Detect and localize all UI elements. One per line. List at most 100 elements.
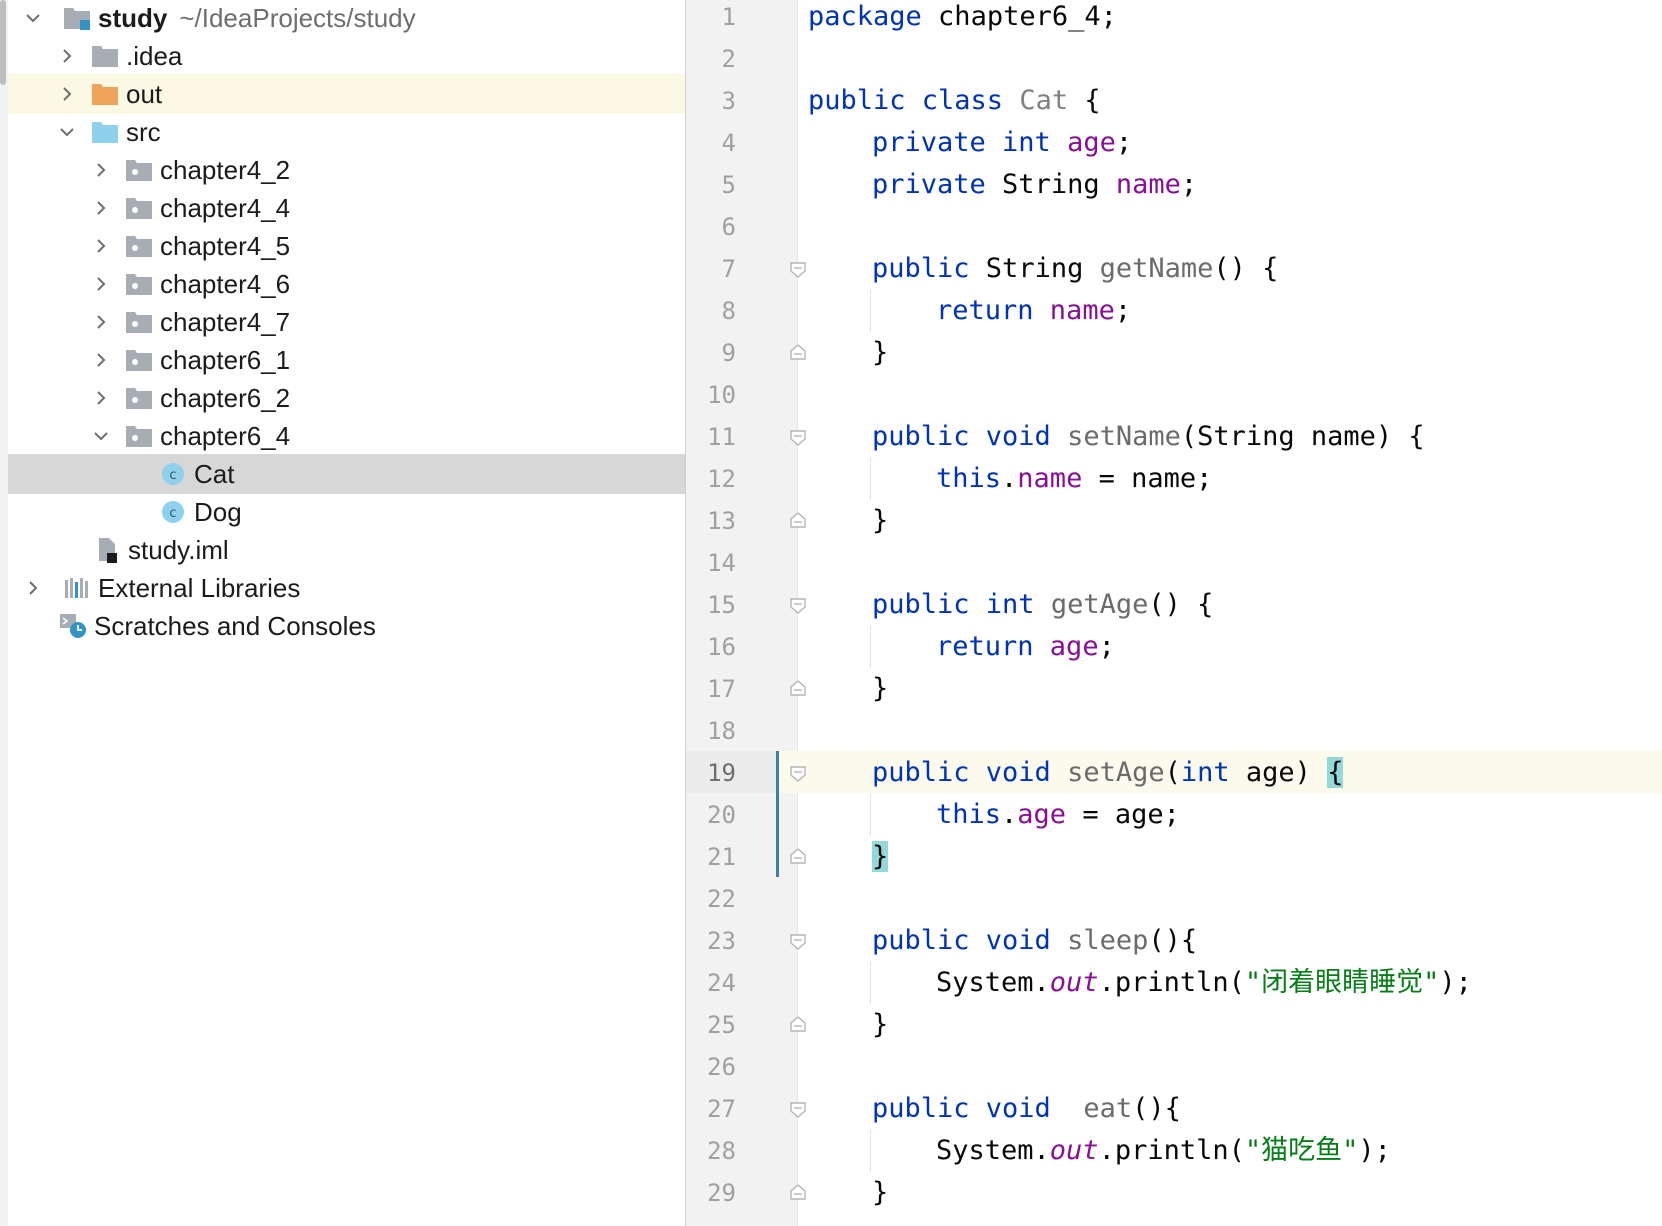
indent-guide	[870, 458, 871, 500]
fold-icon[interactable]	[788, 1182, 808, 1202]
token: }	[872, 1177, 889, 1208]
line-number: 12	[707, 465, 736, 493]
tree-item-chapter6-1[interactable]: chapter6_1	[8, 340, 685, 380]
code-line-21[interactable]: }	[872, 836, 889, 878]
chevron-right-icon[interactable]	[90, 235, 112, 257]
code-line-4[interactable]: private int age;	[872, 122, 1132, 164]
chevron-right-icon[interactable]	[90, 273, 112, 295]
token: return	[936, 631, 1034, 662]
token: .	[1001, 463, 1018, 494]
tree-item-idea[interactable]: .idea	[8, 36, 685, 76]
code-line-13[interactable]: }	[872, 500, 888, 542]
project-tree-panel: study ~/IdeaProjects/study .idea out src…	[0, 0, 685, 1226]
tree-scrollbar-thumb[interactable]	[0, 0, 6, 85]
code-line-7[interactable]: public String getName() {	[872, 248, 1278, 290]
token: age)	[1229, 757, 1328, 788]
libraries-icon	[62, 574, 92, 602]
fold-icon[interactable]	[788, 1014, 808, 1034]
tree-item-dog[interactable]: c Dog	[8, 492, 685, 532]
token: () {	[1213, 253, 1279, 284]
chevron-down-icon[interactable]	[56, 121, 78, 143]
fold-icon[interactable]	[788, 260, 808, 280]
matched-brace: }	[872, 841, 889, 872]
excluded-folder-icon	[90, 80, 120, 108]
code-line-28[interactable]: System.out.println("猫吃鱼");	[936, 1130, 1391, 1172]
line-number: 18	[707, 717, 736, 745]
tree-root-study[interactable]: study ~/IdeaProjects/study	[8, 0, 685, 38]
tree-scrollbar[interactable]	[0, 0, 8, 1226]
chevron-right-icon[interactable]	[90, 197, 112, 219]
root-path: ~/IdeaProjects/study	[179, 2, 416, 33]
token: String	[969, 253, 1084, 284]
token: .println(	[1098, 967, 1245, 998]
code-line-3[interactable]: public class Cat {	[808, 80, 1101, 122]
fold-icon[interactable]	[788, 1100, 808, 1120]
fold-icon[interactable]	[788, 596, 808, 616]
token: setAge	[1050, 757, 1165, 788]
code-line-16[interactable]: return age;	[936, 626, 1115, 668]
vcs-change-marker[interactable]	[776, 751, 779, 877]
tree-item-cat[interactable]: c Cat	[8, 454, 685, 494]
fold-icon[interactable]	[788, 678, 808, 698]
code-line-23[interactable]: public void sleep(){	[872, 920, 1197, 962]
code-line-12[interactable]: this.name = name;	[936, 458, 1212, 500]
code-line-11[interactable]: public void setName(String name) {	[872, 416, 1425, 458]
chevron-right-icon[interactable]	[56, 83, 78, 105]
tree-item-out[interactable]: out	[8, 74, 685, 114]
svg-text:c: c	[169, 506, 176, 521]
tree-item-chapter4-5[interactable]: chapter4_5	[8, 226, 685, 266]
tree-item-study-iml[interactable]: study.iml	[8, 530, 685, 570]
tree-item-chapter6-4[interactable]: chapter6_4	[8, 416, 685, 456]
code-line-8[interactable]: return name;	[936, 290, 1131, 332]
tree-item-chapter4-7[interactable]: chapter4_7	[8, 302, 685, 342]
fold-icon[interactable]	[788, 932, 808, 952]
tree-item-src[interactable]: src	[8, 112, 685, 152]
token: getAge	[1034, 589, 1149, 620]
module-folder-icon	[62, 4, 92, 32]
tree-item-label: chapter6_1	[160, 344, 291, 375]
chevron-down-icon[interactable]	[22, 7, 44, 29]
code-line-20[interactable]: this.age = age;	[936, 794, 1180, 836]
fold-icon[interactable]	[788, 510, 808, 530]
tree-item-label: chapter6_2	[160, 382, 291, 413]
code-line-1[interactable]: package chapter6_4;	[808, 0, 1117, 38]
code-line-24[interactable]: System.out.println("闭着眼睛睡觉");	[936, 962, 1472, 1004]
tree-item-chapter4-2[interactable]: chapter4_2	[8, 150, 685, 190]
token: this	[936, 799, 1002, 830]
code-line-27[interactable]: public void eat(){	[872, 1088, 1181, 1130]
fold-icon[interactable]	[788, 342, 808, 362]
token: System.	[936, 967, 1050, 998]
chevron-right-icon[interactable]	[90, 387, 112, 409]
line-number: 24	[707, 969, 736, 997]
code-line-29[interactable]: }	[872, 1172, 888, 1214]
code-line-17[interactable]: }	[872, 668, 888, 710]
chevron-right-icon[interactable]	[90, 159, 112, 181]
tree-item-scratches[interactable]: Scratches and Consoles	[8, 606, 685, 646]
token: (	[1164, 757, 1181, 788]
code-line-25[interactable]: }	[872, 1004, 888, 1046]
code-line-19[interactable]: public void setAge(int age) {	[872, 752, 1344, 794]
code-line-5[interactable]: private String name;	[872, 164, 1197, 206]
fold-icon[interactable]	[788, 764, 808, 784]
chevron-right-icon[interactable]	[22, 577, 44, 599]
chevron-right-icon[interactable]	[90, 311, 112, 333]
token: public void	[872, 421, 1051, 452]
tree-item-chapter4-4[interactable]: chapter4_4	[8, 188, 685, 228]
fold-icon[interactable]	[788, 428, 808, 448]
code-line-9[interactable]: }	[872, 332, 888, 374]
token: public void	[872, 1093, 1051, 1124]
chevron-right-icon[interactable]	[56, 45, 78, 67]
code-line-15[interactable]: public int getAge() {	[872, 584, 1213, 626]
token: Cat	[1003, 85, 1069, 116]
line-number: 10	[707, 381, 736, 409]
tree-item-chapter4-6[interactable]: chapter4_6	[8, 264, 685, 304]
chevron-down-icon[interactable]	[90, 425, 112, 447]
token: (String name) {	[1180, 421, 1425, 452]
tree-item-external-libraries[interactable]: External Libraries	[8, 568, 685, 608]
line-number: 22	[707, 885, 736, 913]
tree-item-label: Cat	[194, 458, 235, 489]
package-icon	[124, 194, 154, 222]
chevron-right-icon[interactable]	[90, 349, 112, 371]
fold-icon[interactable]	[788, 846, 808, 866]
tree-item-chapter6-2[interactable]: chapter6_2	[8, 378, 685, 418]
